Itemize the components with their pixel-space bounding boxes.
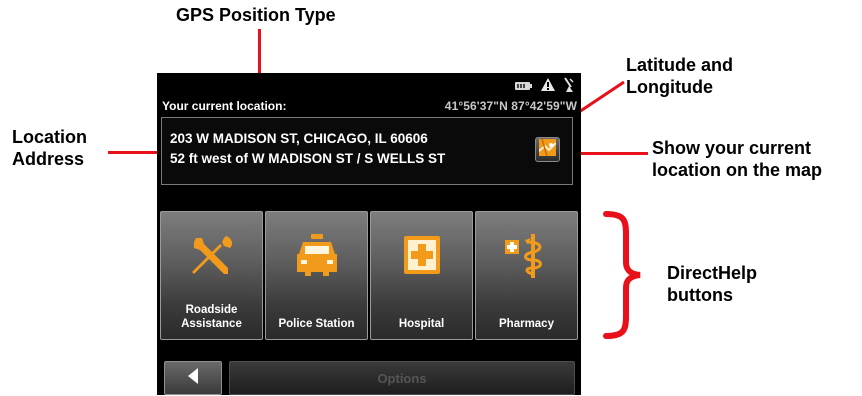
status-bar bbox=[515, 76, 575, 98]
annotation-directhelp-buttons: DirectHelp buttons bbox=[667, 262, 757, 306]
annotation-show-on-map: Show your current location on the map bbox=[652, 137, 822, 181]
device-screen: Your current location: 41°56'37"N 87°42'… bbox=[157, 73, 581, 395]
annotation-location-address: Location Address bbox=[12, 126, 87, 170]
annotation-location-address-line2: Address bbox=[12, 149, 85, 169]
annotation-directhelp-buttons-line1: DirectHelp bbox=[667, 263, 758, 283]
hospital-label: Hospital bbox=[398, 318, 445, 330]
current-location-label: Your current location: bbox=[162, 99, 287, 113]
annotation-show-on-map-line1: Show your current bbox=[652, 138, 812, 158]
annotation-latitude-longitude-line2: Longitude bbox=[626, 77, 713, 97]
address-line-1: 203 W MADISON ST, CHICAGO, IL 60606 bbox=[170, 131, 428, 146]
annotation-location-address-line1: Location bbox=[12, 127, 87, 147]
options-button[interactable]: Options bbox=[229, 361, 575, 395]
battery-icon bbox=[515, 78, 533, 96]
roadside-assistance-label: Roadside Assistance bbox=[181, 304, 242, 330]
map-icon bbox=[538, 138, 557, 161]
address-line-2: 52 ft west of W MADISON ST / S WELLS ST bbox=[170, 151, 446, 166]
roadside-assistance-button[interactable]: Roadside Assistance bbox=[160, 211, 263, 340]
warning-icon bbox=[541, 78, 555, 96]
annotation-directhelp-buttons-line2: buttons bbox=[667, 285, 733, 305]
callout-line-map bbox=[570, 152, 648, 155]
annotation-latitude-longitude: Latitude and Longitude bbox=[626, 54, 733, 98]
annotation-show-on-map-line2: location on the map bbox=[652, 160, 823, 180]
annotation-gps-position-type: GPS Position Type bbox=[176, 5, 336, 25]
hospital-cross-icon bbox=[398, 232, 446, 280]
show-on-map-button[interactable] bbox=[535, 137, 560, 162]
hospital-button[interactable]: Hospital bbox=[370, 211, 473, 340]
red-brace bbox=[603, 211, 641, 339]
annotation-latitude-longitude-line1: Latitude and bbox=[626, 55, 733, 75]
police-car-icon bbox=[293, 232, 341, 280]
coordinates-readout: 41°56'37"N 87°42'59"W bbox=[444, 99, 577, 113]
address-panel: 203 W MADISON ST, CHICAGO, IL 60606 52 f… bbox=[161, 117, 573, 185]
police-station-button[interactable]: Police Station bbox=[265, 211, 368, 340]
wrench-screwdriver-icon bbox=[188, 232, 236, 280]
pharmacy-label: Pharmacy bbox=[499, 318, 554, 330]
gps-satellite-icon bbox=[563, 76, 575, 98]
back-button[interactable] bbox=[164, 361, 222, 395]
pharmacy-button[interactable]: Pharmacy bbox=[475, 211, 578, 340]
police-station-label: Police Station bbox=[278, 318, 355, 330]
directhelp-buttons: Roadside Assistance Police Station Hospi… bbox=[160, 211, 578, 340]
back-arrow-icon bbox=[188, 367, 198, 389]
pharmacy-icon bbox=[503, 232, 551, 280]
